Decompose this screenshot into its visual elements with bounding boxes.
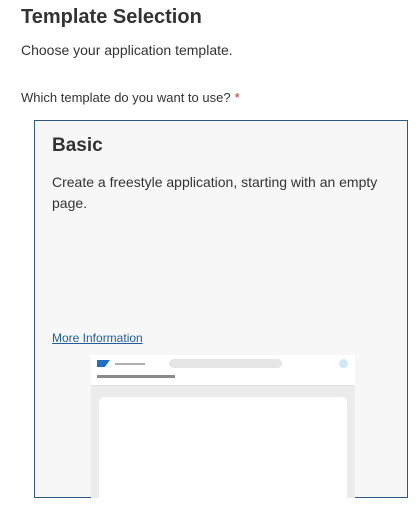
page-title: Template Selection xyxy=(21,6,202,28)
preview-app-name-placeholder xyxy=(115,363,145,365)
preview-shell-bar xyxy=(91,355,355,386)
more-information-link[interactable]: More Information xyxy=(52,331,143,345)
template-card-title: Basic xyxy=(52,135,103,156)
preview-page-title-placeholder xyxy=(97,375,175,378)
avatar-icon xyxy=(339,359,348,368)
template-card-basic[interactable]: Basic Create a freestyle application, st… xyxy=(34,120,408,498)
page-subtitle: Choose your application template. xyxy=(21,42,233,58)
template-card-description: Create a freestyle application, starting… xyxy=(52,174,378,211)
template-preview-image xyxy=(91,355,355,498)
sap-logo-icon xyxy=(97,360,110,367)
required-indicator: * xyxy=(234,90,240,105)
template-question: Which template do you want to use? * xyxy=(21,90,240,105)
preview-empty-page xyxy=(99,397,347,498)
preview-search-placeholder xyxy=(169,359,282,368)
template-question-label: Which template do you want to use? xyxy=(21,90,231,105)
